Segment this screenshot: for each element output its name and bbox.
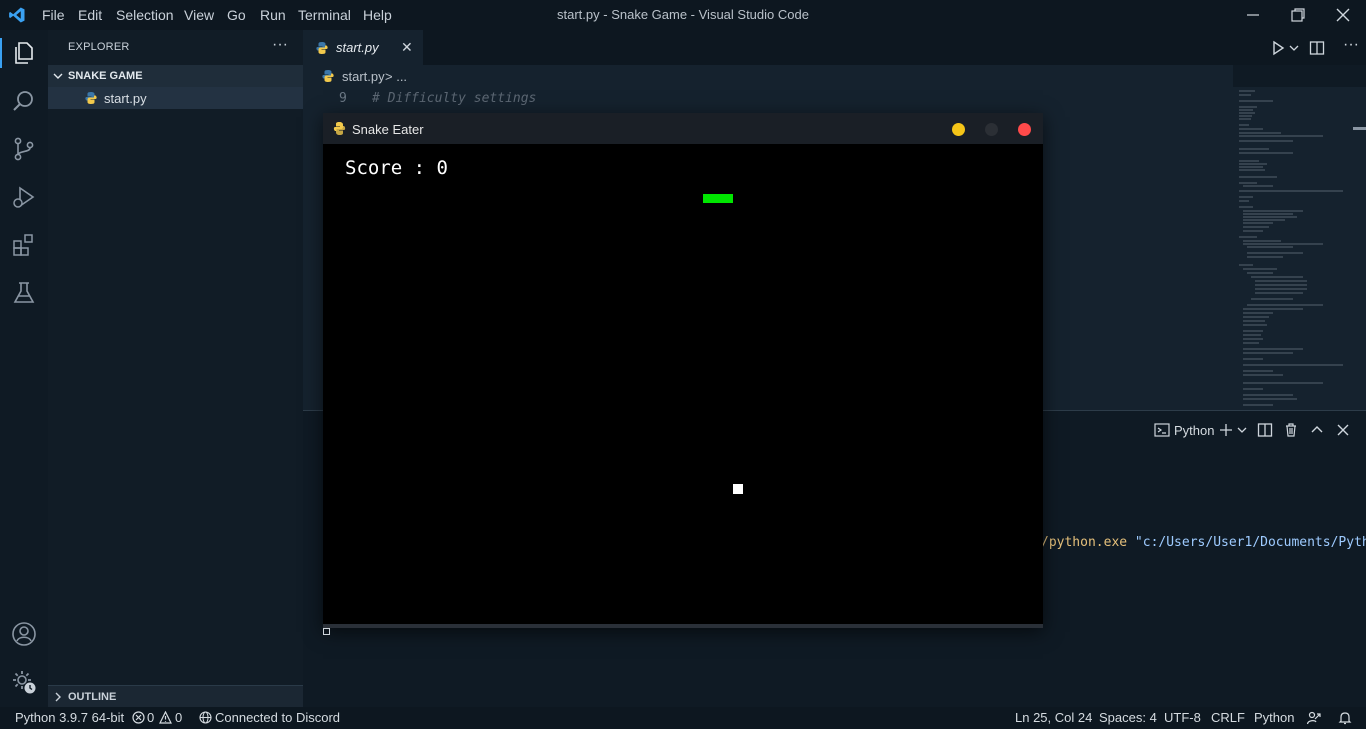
account-icon[interactable] [11,621,37,647]
python-file-icon [316,42,328,54]
pygame-icon [333,122,346,135]
split-terminal-icon[interactable] [1257,422,1273,438]
terminal-icon [1154,423,1170,437]
trash-icon[interactable] [1283,422,1299,438]
chevron-up-icon[interactable] [1309,422,1325,438]
outline-section[interactable]: OUTLINE [48,685,303,707]
search-icon[interactable] [11,88,37,114]
feedback-icon[interactable] [1306,710,1322,726]
python-file-icon [85,92,97,104]
notifications-bell-icon[interactable] [1337,710,1353,726]
source-control-icon[interactable] [11,136,37,162]
activity-bar [0,30,48,707]
food-pellet [733,484,743,494]
testing-icon[interactable] [11,280,37,306]
title-bar: File Edit Selection View Go Run Terminal… [0,0,1366,30]
outline-label: OUTLINE [68,691,117,703]
error-icon[interactable] [132,711,145,724]
terminal-command: /python.exe [1041,535,1135,550]
breadcrumb-file[interactable]: start.py [342,69,385,84]
editor-more-icon[interactable]: ··· [1343,36,1359,54]
code-line: # Difficulty settings [372,91,537,106]
run-file-icon[interactable] [1270,40,1286,56]
line-number: 9 [339,91,347,106]
error-count[interactable]: 0 [147,710,154,725]
active-indicator [0,38,2,68]
explorer-title: EXPLORER [68,41,130,53]
chevron-down-icon[interactable] [1289,43,1299,53]
minimap-code [1239,90,1343,406]
window-title: start.py - Snake Game - Visual Studio Co… [557,7,809,22]
manage-gear-icon[interactable] [11,669,37,695]
python-interpreter[interactable]: Python 3.9.7 64-bit [15,710,124,725]
breadcrumb: start.py > ... [303,65,1233,87]
chevron-right-icon [55,692,61,702]
cursor-position[interactable]: Ln 25, Col 24 [1015,710,1092,725]
encoding[interactable]: UTF-8 [1164,710,1201,725]
game-window-bottom-border [323,624,1043,628]
restore-icon[interactable] [1289,6,1307,24]
tab-start-py[interactable]: start.py ✕ [303,30,423,65]
terminal-output: /python.exe "c:/Users/User1/Documents/Py… [1041,535,1366,550]
folder-name: SNAKE GAME [68,70,143,82]
close-panel-icon[interactable] [1335,422,1351,438]
run-debug-icon[interactable] [11,184,37,210]
line-ending[interactable]: CRLF [1211,710,1245,725]
game-maximize-button[interactable] [985,123,998,136]
game-minimize-button[interactable] [952,123,965,136]
language-mode[interactable]: Python [1254,710,1294,725]
snake-body [703,194,733,203]
scrollbar-thumb[interactable] [1353,127,1366,130]
snake-game-window[interactable]: Snake Eater Score : 0 [323,113,1043,628]
editor-scrollbar[interactable] [1353,87,1366,410]
python-file-icon [322,70,334,82]
warning-count[interactable]: 0 [175,710,182,725]
file-name: start.py [104,91,147,106]
game-close-button[interactable] [1018,123,1031,136]
tab-label: start.py [336,40,379,55]
terminal-name[interactable]: Python [1174,423,1214,438]
resize-grip[interactable] [323,628,330,635]
minimap[interactable] [1233,87,1353,410]
game-title-bar[interactable]: Snake Eater [323,113,1043,144]
close-icon[interactable] [1334,6,1352,24]
discord-status[interactable]: Connected to Discord [215,710,340,725]
terminal-path: "c:/Users/User1/Documents/Python [1134,535,1366,550]
breadcrumb-symbols[interactable]: > ... [385,69,407,84]
chevron-down-icon [53,73,63,79]
file-row[interactable]: start.py [48,87,303,109]
globe-icon [199,711,212,724]
chevron-down-icon[interactable] [1237,425,1247,435]
files-icon[interactable] [11,40,37,66]
score-label: Score : 0 [345,157,448,179]
split-editor-icon[interactable] [1309,40,1325,56]
extensions-icon[interactable] [11,232,37,258]
game-window-title: Snake Eater [352,122,424,137]
explorer-sidebar: EXPLORER ··· SNAKE GAME start.py OUTLINE [48,30,303,707]
more-actions-icon[interactable]: ··· [272,36,288,54]
warning-icon[interactable] [159,711,172,724]
status-bar: Python 3.9.7 64-bit 0 0 Connected to Dis… [0,707,1366,729]
folder-row[interactable]: SNAKE GAME [48,65,303,87]
new-terminal-icon[interactable] [1218,422,1234,438]
tab-close-icon[interactable]: ✕ [401,39,413,56]
minimize-icon[interactable] [1244,6,1262,24]
indentation[interactable]: Spaces: 4 [1099,710,1157,725]
tab-bar: start.py ✕ ··· [303,30,1366,65]
game-canvas[interactable]: Score : 0 [323,144,1043,624]
